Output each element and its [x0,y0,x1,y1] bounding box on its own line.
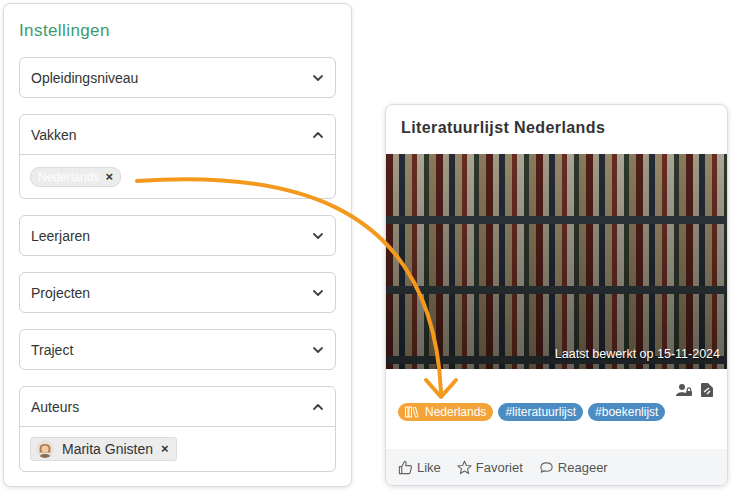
user-lock-icon [676,383,692,397]
chevron-icon [313,290,323,296]
tag[interactable]: #literatuurlijst [498,403,583,421]
star-icon [457,460,472,475]
filter-label: Auteurs [31,399,79,415]
remove-button[interactable]: × [105,170,113,184]
filter-body: Marita Gnisten × [20,426,335,471]
comment-icon [539,460,554,475]
tag-label: Nederlands [425,405,486,419]
filter-header[interactable]: Opleidingsniveau [20,58,335,97]
tag-list: Nederlands #literatuurlijst #boekenlijst [398,403,715,421]
filter-label: Projecten [31,285,90,301]
filter-section: Traject [19,329,336,370]
file-icon [701,383,713,397]
chip-label: Marita Gnisten [62,440,153,458]
filter-section: Projecten [19,272,336,313]
books-icon [405,406,419,418]
filter-header[interactable]: Vakken [20,115,335,154]
filter-body: Nederlands × [20,154,335,198]
tag-label: #boekenlijst [595,405,658,419]
filter-label: Traject [31,342,73,358]
settings-panel: Instellingen Opleidingsniveau Vakken Nederl… [3,3,352,487]
annotation-arrow-icon [0,0,739,501]
action-label: Reageer [558,460,608,475]
settings-title: Instellingen [19,21,336,41]
action-label: Favoriet [476,460,523,475]
filter-header[interactable]: Projecten [20,273,335,312]
filter-section: Vakken Nederlands × [19,114,336,199]
chip-label: Nederlands [38,170,99,184]
card-title: Literatuurlijst Nederlands [386,105,727,154]
filter-header[interactable]: Leerjaren [20,216,335,255]
chevron-icon [313,404,323,410]
filter-label: Opleidingsniveau [31,70,138,86]
remove-button[interactable]: × [161,440,169,458]
tag[interactable]: Nederlands [398,403,493,421]
filter-section: Auteurs Marita Gnisten × [19,386,336,472]
filter-header[interactable]: Traject [20,330,335,369]
selected-chip: Marita Gnisten × [30,437,177,461]
filter-label: Leerjaren [31,228,90,244]
action-button[interactable]: Reageer [539,460,608,475]
filter-section: Opleidingsniveau [19,57,336,98]
chevron-icon [313,132,323,138]
tag[interactable]: #boekenlijst [588,403,665,421]
last-edited: Laatst bewerkt op 15-11-2024 [555,347,720,361]
card-info: Nederlands #literatuurlijst #boekenlijst [386,369,727,449]
resource-card[interactable]: Literatuurlijst Nederlands Laatst bewerkt… [385,104,728,486]
card-actions: Like Favoriet Reageer [386,449,727,485]
page: Instellingen Opleidingsniveau Vakken Nederl… [0,0,739,501]
selected-chip: Nederlands × [30,167,121,187]
action-label: Like [417,460,441,475]
thumbs-up-icon [398,460,413,475]
action-button[interactable]: Like [398,460,441,475]
info-icons [398,383,715,397]
avatar-icon [36,440,54,458]
bookshelf-image: Laatst bewerkt op 15-11-2024 [386,154,727,369]
filter-label: Vakken [31,127,77,143]
chevron-icon [313,233,323,239]
chevron-icon [313,75,323,81]
action-button[interactable]: Favoriet [457,460,523,475]
tag-label: #literatuurlijst [505,405,576,419]
filter-section: Leerjaren [19,215,336,256]
filter-header[interactable]: Auteurs [20,387,335,426]
chevron-icon [313,347,323,353]
